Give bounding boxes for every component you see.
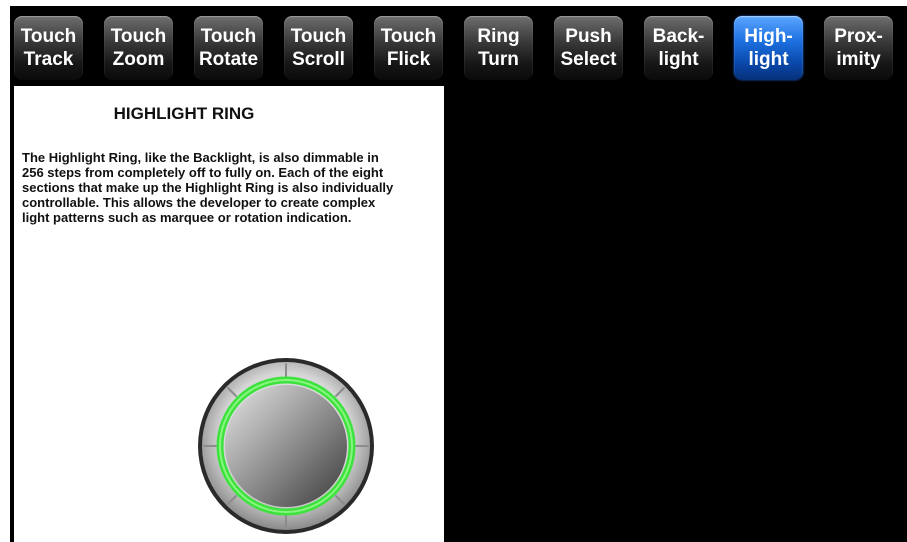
- tab-label-line1: High-: [744, 26, 793, 47]
- tab-ring-turn[interactable]: Ring Turn: [464, 16, 533, 80]
- panel-title: HIGHLIGHT RING: [113, 104, 255, 123]
- tab-label-line2: light: [658, 49, 699, 70]
- tab-touch-rotate[interactable]: Touch Rotate: [194, 16, 263, 80]
- tab-highlight[interactable]: High- light: [734, 16, 803, 80]
- tab-backlight[interactable]: Back- light: [644, 16, 713, 80]
- tab-proximity[interactable]: Prox- imity: [824, 16, 893, 80]
- tab-touch-flick[interactable]: Touch Flick: [374, 16, 443, 80]
- tab-label-line2: Rotate: [198, 49, 259, 70]
- tab-label-line2: Scroll: [292, 49, 345, 70]
- tab-push-select[interactable]: Push Select: [554, 16, 623, 80]
- tab-bar: Touch Track Touch Zoom Touch Rotate Touc…: [10, 6, 907, 86]
- tab-touch-scroll[interactable]: Touch Scroll: [284, 16, 353, 80]
- tab-label-line1: Touch: [290, 26, 347, 47]
- tab-label-line2: imity: [836, 49, 881, 70]
- tab-label-line1: Back-: [652, 26, 705, 47]
- tab-label-line1: Touch: [110, 26, 167, 47]
- tab-label-line1: Touch: [200, 26, 257, 47]
- tab-label-line1: Push: [565, 26, 612, 47]
- highlight-ring-knob-icon: [198, 358, 374, 534]
- tab-label-line2: light: [748, 49, 789, 70]
- tab-label-line1: Prox-: [834, 26, 883, 47]
- panel-description: The Highlight Ring, like the Backlight, …: [22, 150, 394, 225]
- tab-touch-zoom[interactable]: Touch Zoom: [104, 16, 173, 80]
- device-screen: Touch Track Touch Zoom Touch Rotate Touc…: [10, 6, 907, 542]
- tab-label-line2: Track: [23, 49, 74, 70]
- tab-label-line2: Select: [560, 49, 617, 70]
- tab-label-line1: Ring: [477, 26, 520, 47]
- info-panel: HIGHLIGHT RING The Highlight Ring, like …: [14, 86, 444, 542]
- tab-label-line1: Touch: [380, 26, 437, 47]
- tab-label-line2: Turn: [478, 49, 519, 70]
- tab-label-line2: Zoom: [112, 49, 165, 70]
- tab-touch-track[interactable]: Touch Track: [14, 16, 83, 80]
- tab-label-line1: Touch: [20, 26, 77, 47]
- tab-label-line2: Flick: [386, 49, 431, 70]
